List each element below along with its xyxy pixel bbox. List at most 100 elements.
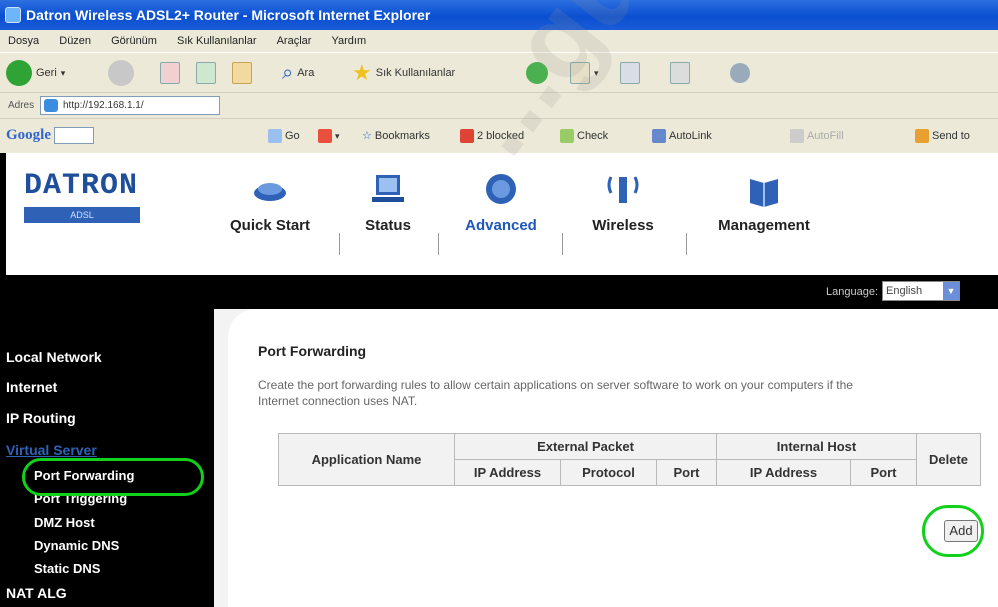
google-logo: Google: [6, 127, 51, 143]
google-search-input[interactable]: [54, 127, 94, 144]
menu-favorites[interactable]: Sık Kullanılanlar: [177, 35, 257, 47]
router-page: DATRON ADSL Quick Start Status Advanced …: [0, 153, 998, 607]
history-icon: [526, 62, 548, 84]
search-icon: ⌕: [282, 61, 294, 84]
menu-tools[interactable]: Araçlar: [277, 35, 312, 47]
mail-icon: [570, 62, 590, 84]
col-ext-port: Port: [656, 459, 717, 486]
google-go-button[interactable]: Go: [268, 129, 300, 143]
sidebar-item-virtual-server[interactable]: Virtual Server: [6, 442, 97, 458]
back-button[interactable]: Geri ▾: [6, 59, 65, 87]
spellcheck-icon: [560, 129, 574, 143]
stop-button[interactable]: [160, 59, 180, 87]
edit-icon: [670, 62, 690, 84]
nav-quick-start[interactable]: Quick Start: [220, 169, 320, 259]
send-to-icon: [915, 129, 929, 143]
sidebar: Local Network Internet IP Routing Virtua…: [0, 309, 214, 607]
ie-icon: [5, 7, 21, 23]
refresh-button[interactable]: [196, 59, 216, 87]
nav-wireless[interactable]: Wireless: [576, 169, 670, 259]
forward-arrow-icon: [108, 60, 134, 86]
messenger-button[interactable]: [730, 59, 750, 87]
home-button[interactable]: [232, 59, 252, 87]
status-icon: [372, 175, 404, 202]
chevron-down-icon: ▾: [60, 67, 66, 78]
highlight-ring: [22, 458, 204, 496]
refresh-icon: [196, 62, 216, 84]
messenger-icon: [730, 63, 750, 83]
nav-separator: [562, 233, 563, 255]
address-label: Adres: [8, 100, 35, 111]
nav-management[interactable]: Management: [704, 169, 824, 259]
send-to-button[interactable]: Send to: [915, 129, 970, 143]
nav-status[interactable]: Status: [356, 169, 420, 259]
history-button[interactable]: [526, 59, 548, 87]
browser-toolbar: Geri ▾ ⌕ Ara ★ Sık Kullanılanlar ▾: [0, 52, 998, 92]
col-application-name: Application Name: [278, 433, 455, 486]
menu-edit[interactable]: Düzen: [59, 35, 91, 47]
col-int-port: Port: [850, 459, 917, 486]
col-external-packet: External Packet: [454, 433, 717, 460]
browser-title-bar: Datron Wireless ADSL2+ Router - Microsof…: [0, 0, 998, 30]
nav-advanced[interactable]: Advanced: [452, 169, 550, 259]
google-page-button[interactable]: ▾: [318, 129, 340, 143]
menu-file[interactable]: Dosya: [8, 35, 39, 47]
forward-button[interactable]: [108, 59, 134, 87]
autolink-button[interactable]: AutoLink: [652, 129, 712, 143]
edit-button[interactable]: [670, 59, 690, 87]
language-label: Language:: [826, 286, 878, 298]
popup-blocker-icon: [460, 129, 474, 143]
language-select[interactable]: English ▼: [882, 281, 960, 301]
quick-start-icon: [254, 183, 286, 201]
window-title: Datron Wireless ADSL2+ Router - Microsof…: [26, 7, 431, 23]
popup-blocker-button[interactable]: 2 blocked: [460, 129, 524, 143]
autofill-button[interactable]: AutoFill: [790, 129, 844, 143]
port-forwarding-table: Application Name External Packet Interna…: [278, 433, 981, 486]
search-icon: [268, 129, 282, 143]
autolink-icon: [652, 129, 666, 143]
spellcheck-button[interactable]: Check: [560, 129, 608, 143]
sidebar-item-nat-alg[interactable]: NAT ALG: [6, 585, 67, 601]
highlight-ring: [922, 505, 984, 557]
sidebar-item-internet[interactable]: Internet: [6, 379, 57, 395]
sidebar-item-static-dns[interactable]: Static DNS: [34, 561, 100, 576]
sidebar-item-dmz-host[interactable]: DMZ Host: [34, 515, 95, 530]
favorites-button[interactable]: ★ Sık Kullanılanlar: [352, 59, 455, 87]
search-button[interactable]: ⌕ Ara: [282, 59, 314, 87]
home-icon: [232, 62, 252, 84]
menu-help[interactable]: Yardım: [332, 35, 367, 47]
page-description: Create the port forwarding rules to allo…: [258, 378, 853, 408]
mail-button[interactable]: ▾: [570, 59, 599, 87]
autofill-icon: [790, 129, 804, 143]
print-button[interactable]: [620, 59, 640, 87]
nav-separator: [686, 233, 687, 255]
advanced-icon: [486, 174, 516, 204]
chevron-down-icon: ▾: [335, 130, 340, 141]
nav-separator: [438, 233, 439, 255]
col-ext-ip-address: IP Address: [454, 459, 561, 486]
star-icon: ★: [352, 60, 372, 85]
col-int-ip-address: IP Address: [716, 459, 851, 486]
chevron-down-icon: ▾: [594, 67, 599, 78]
page-icon: [44, 99, 58, 112]
router-header: DATRON ADSL Quick Start Status Advanced …: [0, 153, 998, 275]
datron-logo: DATRON ADSL: [24, 169, 144, 241]
menu-view[interactable]: Görünüm: [111, 35, 157, 47]
address-input[interactable]: http://192.168.1.1/: [40, 96, 220, 115]
col-delete: Delete: [916, 433, 981, 486]
sidebar-item-ip-routing[interactable]: IP Routing: [6, 410, 76, 426]
sidebar-item-local-network[interactable]: Local Network: [6, 349, 102, 365]
sidebar-item-dynamic-dns[interactable]: Dynamic DNS: [34, 538, 119, 553]
menu-bar: Dosya Düzen Görünüm Sık Kullanılanlar Ar…: [0, 30, 998, 52]
back-arrow-icon: [6, 60, 32, 86]
page-title: Port Forwarding: [258, 343, 367, 359]
language-bar: Language: English ▼: [0, 275, 998, 309]
bookmarks-button[interactable]: ☆ Bookmarks: [362, 129, 430, 143]
management-icon: [750, 179, 778, 207]
star-icon: ☆: [362, 130, 372, 142]
stop-icon: [160, 62, 180, 84]
google-toolbar: Google Go ▾ ☆ Bookmarks 2 blocked Check …: [0, 118, 998, 153]
chevron-down-icon: ▼: [943, 282, 959, 300]
port-forwarding-panel: Port Forwarding Create the port forwardi…: [228, 309, 998, 607]
print-icon: [620, 62, 640, 84]
